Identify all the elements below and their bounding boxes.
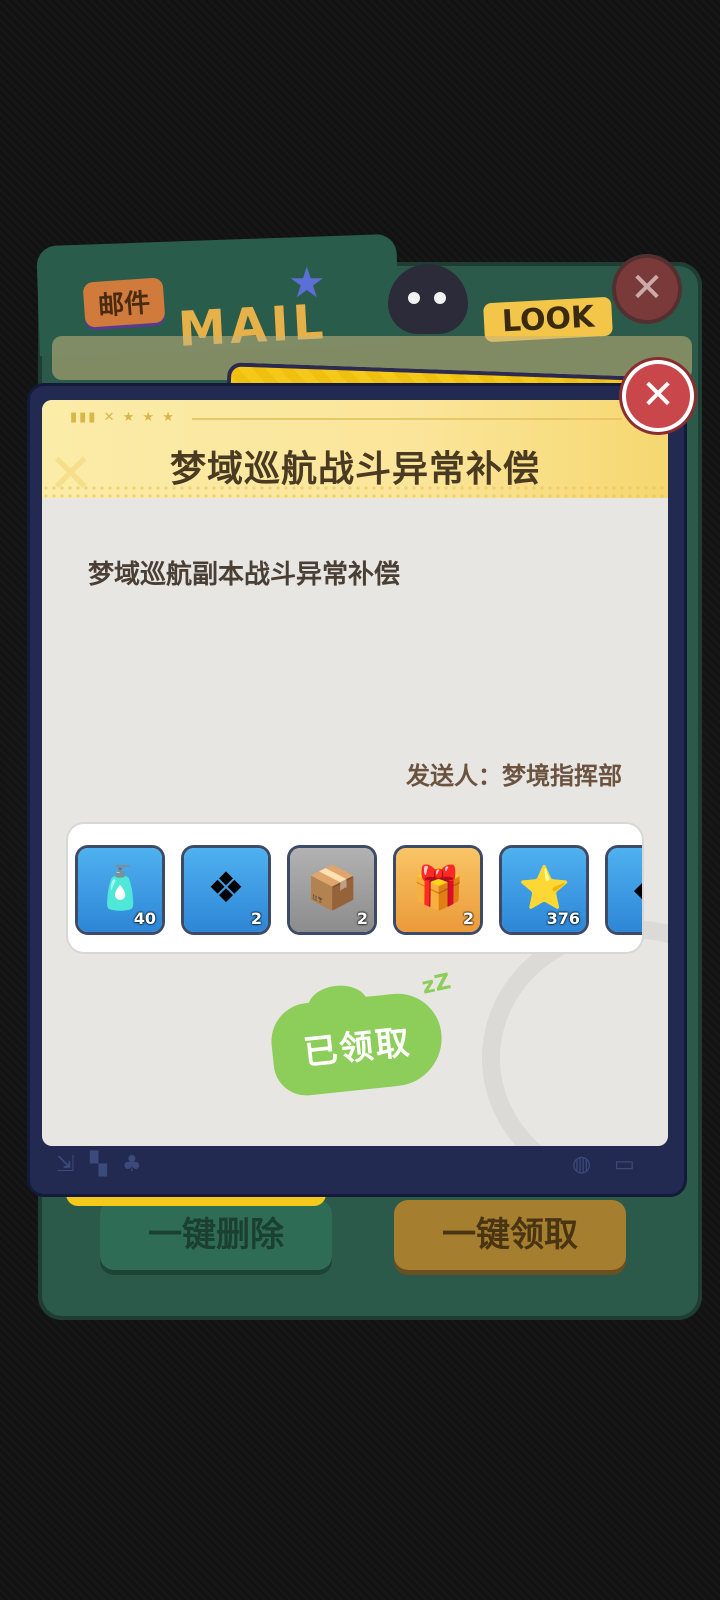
checker-icon: ▚	[90, 1152, 107, 1177]
reward-count: 2	[462, 909, 474, 928]
background-close-button: ✕	[616, 258, 678, 320]
mail-detail-dialog: ▮▮▮ ✕ ★ ★ ★ ✕ 梦域巡航战斗异常补偿 梦域巡航副本战斗异常补偿 发送…	[30, 386, 684, 1194]
reward-item[interactable]: ⭐ 376	[502, 848, 586, 932]
reward-count: 2	[250, 909, 262, 928]
game-screen: ★ 邮件 MAIL LOOK ✕ 一键删除 一键领取 ▮▮▮ ✕ ★ ★ ★ ✕…	[0, 0, 720, 1600]
header-decoration: ▮▮▮ ✕ ★ ★ ★	[70, 410, 176, 425]
globe-icon: ◍	[572, 1152, 592, 1177]
dialog-footer: ⇲ ▚ ♣ ◍ ▭	[42, 1146, 668, 1186]
reward-item[interactable]: 🎁 2	[396, 848, 480, 932]
header-divider	[192, 418, 622, 420]
mystery-box-icon: 📦	[306, 863, 359, 912]
club-icon: ♣	[122, 1152, 142, 1177]
reward-count: 376	[546, 909, 580, 928]
reward-item[interactable]: 🧴 40	[78, 848, 162, 932]
claim-all-button: 一键领取	[394, 1200, 626, 1270]
background-swirl	[482, 920, 668, 1146]
resize-arrow-icon: ⇲	[56, 1152, 75, 1177]
reward-count: 40	[133, 909, 156, 928]
close-button[interactable]: ✕	[626, 364, 690, 428]
delete-all-button: 一键删除	[100, 1200, 332, 1270]
reward-item[interactable]: 📦 2	[290, 848, 374, 932]
cat-mascot-icon	[388, 264, 468, 334]
dialog-content: ▮▮▮ ✕ ★ ★ ★ ✕ 梦域巡航战斗异常补偿 梦域巡航副本战斗异常补偿 发送…	[42, 400, 668, 1146]
mail-body-text: 梦域巡航副本战斗异常补偿	[88, 560, 401, 590]
reward-count: 2	[356, 909, 368, 928]
reward-item[interactable]: ◆	[608, 848, 642, 932]
claimed-stamp: 已领取	[267, 989, 447, 1099]
dialog-title: 梦域巡航战斗异常补偿	[169, 449, 540, 490]
keyboard-icon: ▭	[614, 1152, 635, 1177]
red-gift-box-icon: 🎁	[412, 863, 465, 912]
sleep-zz-icon: zZ	[419, 969, 454, 1000]
reward-item[interactable]: ❖ 2	[184, 848, 268, 932]
reward-list[interactable]: 🧴 40 ❖ 2 📦 2 🎁 2 ⭐ 376	[68, 824, 642, 952]
dialog-header: ▮▮▮ ✕ ★ ★ ★ ✕ 梦域巡航战斗异常补偿	[42, 400, 668, 505]
mail-sender: 发送人：梦境指挥部	[406, 762, 622, 790]
mail-tab: 邮件	[82, 277, 166, 328]
claimed-label: 已领取	[301, 1022, 414, 1074]
blue-crystal-icon: ❖	[207, 863, 245, 912]
crystal-shard-icon: ◆	[624, 858, 642, 918]
